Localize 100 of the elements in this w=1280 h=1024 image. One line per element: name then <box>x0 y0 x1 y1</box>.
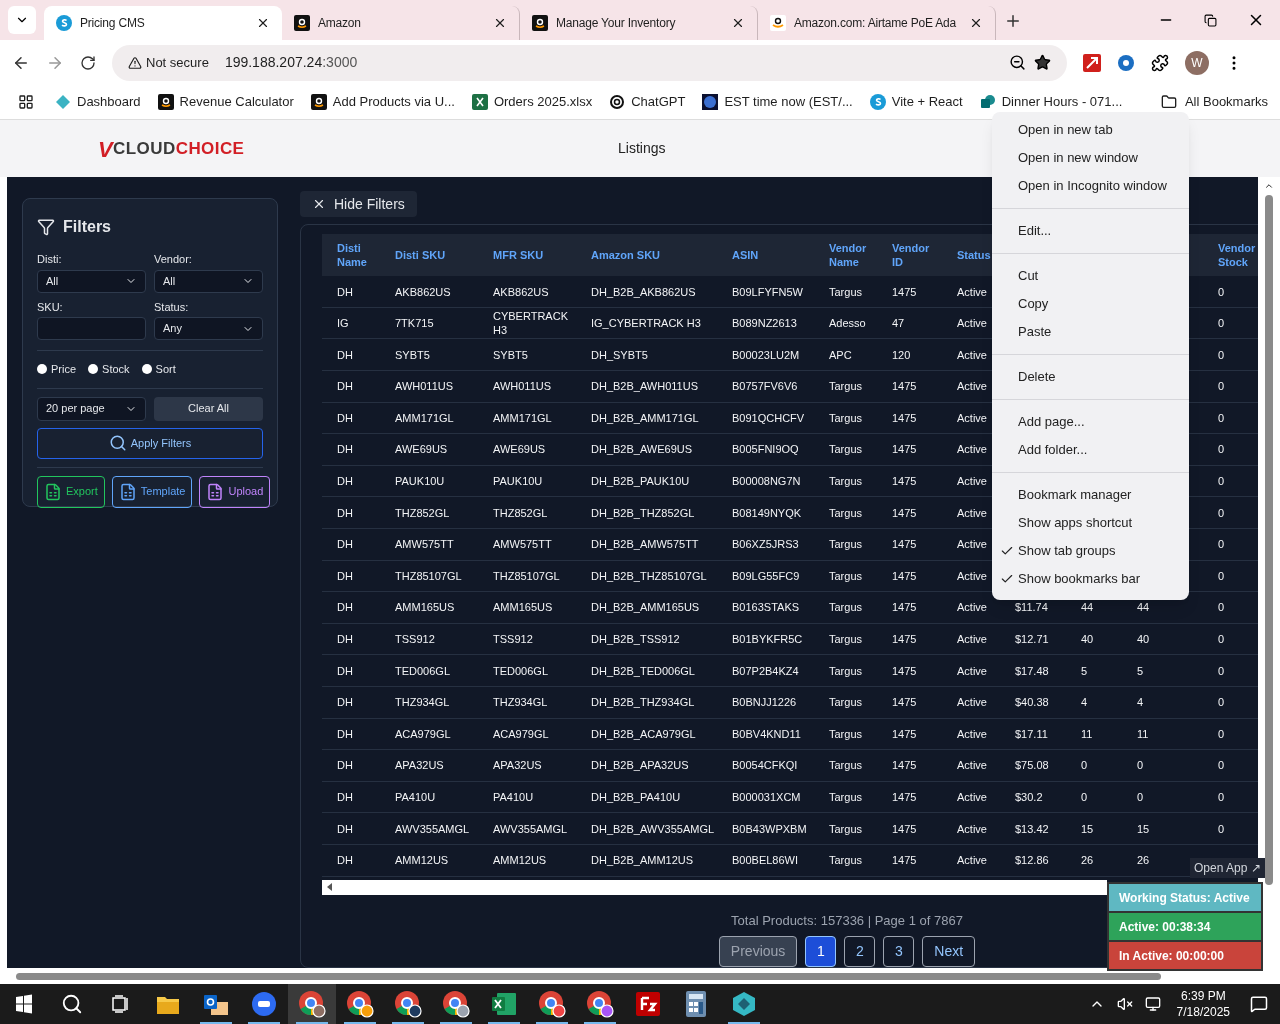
hide-filters-button[interactable]: Hide Filters <box>300 191 417 218</box>
column-header[interactable]: Disti Name <box>337 241 378 270</box>
table-cell-text: PA410U <box>395 790 437 804</box>
dropdown[interactable]: All <box>37 269 146 293</box>
close-icon[interactable] <box>969 16 983 30</box>
restore-icon[interactable] <box>1204 13 1217 27</box>
search-icon[interactable] <box>61 993 83 1015</box>
menu-item[interactable]: Open in new window <box>992 144 1189 172</box>
per-page-dropdown[interactable]: 20 per page <box>37 396 146 421</box>
browser-icon <box>346 990 374 1018</box>
table-cell-text: 44 <box>1081 600 1095 615</box>
muted-speaker-icon[interactable] <box>1116 996 1133 1012</box>
page-button[interactable]: 2 <box>844 936 876 967</box>
column-header[interactable]: Vendor ID <box>892 241 940 270</box>
table-cell: DH_B2B_AWV355AMGL <box>591 821 715 836</box>
apps-grid-icon[interactable] <box>18 94 34 110</box>
table-cell-text: AKB862US <box>493 284 550 299</box>
clear-all-button[interactable]: Clear All <box>154 396 263 421</box>
table-cell-text: Targus <box>829 537 864 552</box>
zoom-icon[interactable] <box>1009 54 1026 71</box>
menu-item[interactable]: Open in new tab <box>992 116 1189 144</box>
bookmark-item[interactable]: Dinner Hours - 071... <box>979 92 1123 112</box>
column-header[interactable]: ASIN <box>732 248 812 263</box>
profile-avatar[interactable]: W <box>1185 50 1209 75</box>
browser-tab[interactable]: Pricing CMS <box>44 6 282 40</box>
clock[interactable]: 6:39 PM 7/18/2025 <box>1176 988 1230 1020</box>
table-cell-text: 11 <box>1081 726 1094 741</box>
apply-filters-button[interactable]: Apply Filters <box>37 427 263 459</box>
bookmark-item[interactable]: Add Products via U... <box>310 92 455 112</box>
action-button[interactable]: Template <box>111 475 193 508</box>
taskbar-app[interactable] <box>288 984 336 1024</box>
page-button[interactable]: 1 <box>805 936 837 967</box>
bookmark-item[interactable]: Dashboard <box>55 92 141 112</box>
bookmark-item[interactable]: Vite + React <box>869 92 963 112</box>
table-cell-text: 1475 <box>892 726 918 741</box>
arrow-extension-icon[interactable] <box>1083 53 1101 72</box>
table-cell-text: DH <box>337 474 354 489</box>
address-bar[interactable]: Not secure 199.188.207.24:3000 <box>112 44 1067 81</box>
table-cell-text: 120 <box>892 347 912 362</box>
network-icon[interactable] <box>1144 996 1161 1012</box>
bookmark-item[interactable]: EST time now (EST/... <box>702 92 853 112</box>
bookmark-item[interactable]: Orders 2025.xlsx <box>471 92 593 112</box>
letter-logo-icon <box>532 15 548 31</box>
bookmark-star-icon[interactable] <box>1034 54 1051 71</box>
menu-item[interactable]: Cut <box>992 262 1189 290</box>
action-button[interactable]: Export <box>37 475 105 508</box>
menu-item[interactable]: Delete <box>992 363 1189 391</box>
close-icon[interactable] <box>731 16 745 30</box>
sku-input[interactable] <box>37 317 146 340</box>
menu-item[interactable]: Paste <box>992 318 1189 346</box>
menu-item[interactable]: Add page... <box>992 408 1189 436</box>
scroll-left-icon[interactable] <box>326 883 334 891</box>
table-cell-text: $40.38 <box>1015 695 1050 710</box>
dropdown[interactable]: Any <box>154 317 263 340</box>
radio-option[interactable]: Sort <box>141 361 176 378</box>
scroll-up-icon[interactable] <box>1264 181 1274 191</box>
open-app-button[interactable]: Open App ↗ <box>1190 858 1265 878</box>
running-indicator <box>200 1022 232 1024</box>
notifications-icon[interactable] <box>1250 995 1268 1013</box>
table-cell-text: DH_B2B_AMM165US <box>591 600 701 615</box>
menu-item[interactable]: Bookmark manager <box>992 481 1189 509</box>
menu-item[interactable]: Show bookmarks bar <box>992 565 1189 593</box>
table-cell-text: $11.74 <box>1015 600 1049 615</box>
column-header[interactable]: Amazon SKU <box>591 248 715 263</box>
table-cell-text: DH <box>337 568 354 583</box>
table-cell-text: Targus <box>829 284 864 299</box>
security-chip[interactable]: Not secure <box>120 48 217 77</box>
action-button[interactable]: Upload <box>199 475 271 508</box>
column-header[interactable]: MFR SKU <box>493 248 574 263</box>
column-header[interactable]: Disti SKU <box>395 248 476 263</box>
table-cell-text: THZ934GL <box>395 695 451 710</box>
extensions-icon[interactable] <box>1151 53 1169 72</box>
table-cell-text: 0 <box>1218 379 1226 394</box>
reload-icon[interactable] <box>80 54 96 71</box>
menu-item[interactable]: Show apps shortcut <box>992 509 1189 537</box>
gear-extension-icon[interactable] <box>1117 53 1135 72</box>
column-header[interactable]: Vendor Stock <box>1218 241 1258 270</box>
next-button[interactable]: Next <box>922 936 976 967</box>
radio-option[interactable]: Stock <box>88 361 130 378</box>
new-tab-icon[interactable] <box>1004 12 1022 30</box>
all-bookmarks[interactable]: All Bookmarks <box>1160 92 1268 112</box>
browser-icon <box>538 990 566 1018</box>
table-cell-text: Active <box>957 410 988 425</box>
menu-item[interactable]: Open in Incognito window <box>992 172 1189 200</box>
menu-item[interactable]: Show tab groups <box>992 537 1189 565</box>
menu-item[interactable]: Copy <box>992 290 1189 318</box>
radio-option[interactable]: Price <box>37 361 77 378</box>
bookmark-item[interactable]: ChatGPT <box>609 92 686 112</box>
close-icon[interactable] <box>256 16 270 30</box>
column-header[interactable]: Vendor Name <box>829 241 875 270</box>
table-cell-text: DH <box>337 663 354 678</box>
bookmark-item[interactable]: Revenue Calculator <box>157 92 294 112</box>
scroll-thumb[interactable] <box>1265 195 1273 885</box>
dropdown[interactable]: All <box>154 269 263 293</box>
close-icon[interactable] <box>493 16 507 30</box>
menu-item[interactable]: Add folder... <box>992 436 1189 464</box>
scroll-thumb[interactable] <box>16 972 1161 980</box>
menu-item[interactable]: Edit... <box>992 217 1189 245</box>
filter-icon <box>37 218 55 236</box>
page-button[interactable]: 3 <box>883 936 915 967</box>
